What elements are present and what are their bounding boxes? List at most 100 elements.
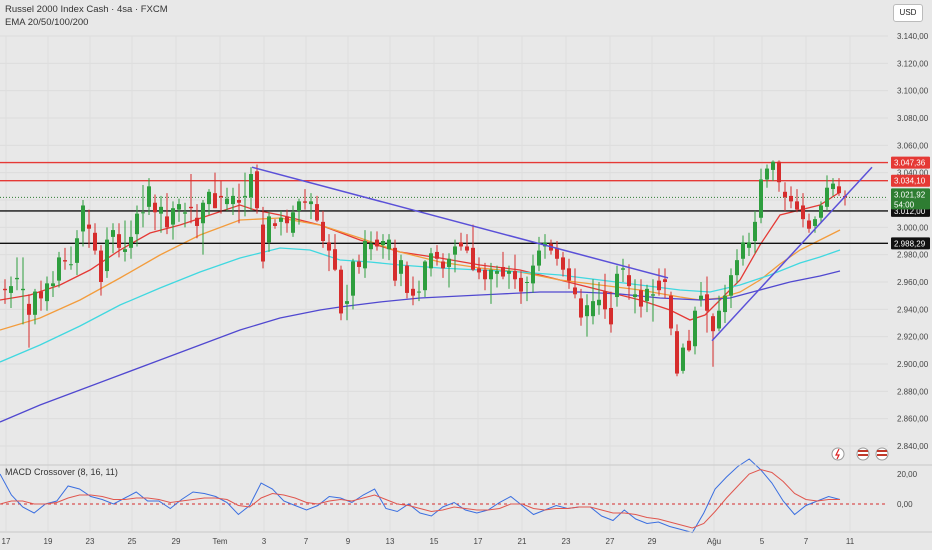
- candle-body: [321, 221, 325, 241]
- candle-body: [789, 195, 793, 202]
- price-tick-label: 2.840,00: [897, 442, 929, 451]
- candle-body: [501, 266, 505, 277]
- price-tick-label: 3.140,00: [897, 32, 929, 41]
- candle-body: [411, 288, 415, 296]
- candle-body: [237, 200, 241, 203]
- candle-body: [93, 232, 97, 251]
- time-tick-label: 3: [262, 537, 267, 546]
- flag-stripe: [858, 450, 868, 452]
- candle-body: [405, 265, 409, 293]
- level-badge-label: 3.047,36: [894, 159, 926, 168]
- candle-body: [507, 271, 511, 274]
- price-tick-label: 3.060,00: [897, 141, 929, 150]
- time-tick-label: 9: [346, 537, 351, 546]
- time-tick-label: 23: [562, 537, 571, 546]
- candle-body: [189, 206, 193, 209]
- candle-body: [273, 223, 277, 226]
- candle-body: [735, 260, 739, 276]
- candle-body: [537, 250, 541, 266]
- time-tick-label: Tem: [212, 537, 227, 546]
- candle-body: [255, 171, 259, 209]
- candle-body: [225, 198, 229, 205]
- level-badge-label: 3.034,10: [894, 177, 926, 186]
- candle-body: [261, 224, 265, 262]
- candle-body: [585, 305, 589, 317]
- candle-body: [567, 268, 571, 281]
- candle-body: [75, 238, 79, 263]
- symbol-title[interactable]: Russel 2000 Index Cash · 4sa · FXCM: [5, 4, 168, 15]
- time-tick-label: 27: [606, 537, 615, 546]
- candle-body: [219, 195, 223, 198]
- macd-tick-label: 0,00: [897, 500, 913, 509]
- price-tick-label: 3.080,00: [897, 114, 929, 123]
- candle-body: [39, 291, 43, 299]
- candle-body: [243, 195, 247, 197]
- candle-body: [579, 298, 583, 318]
- chart-canvas[interactable]: 2.840,00 2.860,00 2.880,00 2.900,00 2.920,00…: [0, 0, 932, 550]
- candle-body: [231, 195, 235, 205]
- time-tick-label: 13: [386, 537, 395, 546]
- candle-body: [123, 249, 127, 252]
- time-tick-label: 29: [172, 537, 181, 546]
- candle-body: [195, 217, 199, 226]
- candle-body: [771, 161, 775, 170]
- candle-body: [417, 291, 421, 293]
- macd-tick-label: 20,00: [897, 470, 918, 479]
- ema-indicator-label[interactable]: EMA 20/50/100/200: [5, 17, 88, 28]
- candle-body: [387, 239, 391, 250]
- candle-body: [513, 271, 517, 280]
- candle-body: [711, 316, 715, 332]
- candle-body: [591, 301, 595, 317]
- candle-body: [279, 217, 283, 222]
- candle-body: [141, 212, 145, 214]
- candle-body: [9, 286, 13, 293]
- candle-body: [669, 295, 673, 329]
- candle-body: [267, 216, 271, 243]
- candle-body: [81, 205, 85, 232]
- candle-body: [105, 239, 109, 272]
- candle-body: [783, 191, 787, 198]
- candle-body: [33, 291, 37, 315]
- candle-body: [777, 161, 781, 183]
- level-badge-label: 2.988,29: [894, 239, 926, 248]
- candle-body: [369, 243, 373, 250]
- candle-body: [663, 279, 667, 282]
- time-tick-label: 23: [86, 537, 95, 546]
- time-tick-label: 11: [846, 537, 855, 546]
- candle-body: [495, 271, 499, 274]
- currency-button[interactable]: USD: [893, 4, 923, 22]
- candle-body: [525, 282, 529, 283]
- candle-body: [297, 201, 301, 211]
- candle-body: [489, 269, 493, 280]
- macd-indicator-label[interactable]: MACD Crossover (8, 16, 11): [5, 467, 118, 477]
- candle-body: [831, 183, 835, 190]
- candle-body: [159, 206, 163, 214]
- time-tick-label: 15: [430, 537, 439, 546]
- time-tick-label: 17: [2, 537, 11, 546]
- event-icons[interactable]: [831, 447, 889, 461]
- countdown-label: 54:00: [894, 200, 915, 209]
- flag-stripe: [877, 450, 887, 452]
- candle-body: [693, 310, 697, 347]
- candle-body: [303, 201, 307, 203]
- candle-body: [117, 234, 121, 248]
- candle-body: [309, 201, 313, 205]
- candle-body: [57, 257, 61, 281]
- time-tick-label: 5: [760, 537, 765, 546]
- candle-body: [345, 301, 349, 304]
- price-tick-label: 2.900,00: [897, 360, 929, 369]
- candle-body: [681, 347, 685, 371]
- candle-body: [129, 236, 133, 248]
- candle-body: [327, 242, 331, 251]
- candle-body: [363, 241, 367, 269]
- candle-body: [393, 247, 397, 281]
- candle-body: [15, 277, 19, 280]
- candle-body: [99, 250, 103, 282]
- candle-body: [399, 260, 403, 274]
- candle-body: [351, 261, 355, 296]
- time-tick-label: 25: [128, 537, 137, 546]
- candle-body: [153, 202, 157, 213]
- candle-body: [87, 224, 91, 229]
- price-tick-label: 3.000,00: [897, 223, 929, 232]
- candle-body: [213, 193, 217, 209]
